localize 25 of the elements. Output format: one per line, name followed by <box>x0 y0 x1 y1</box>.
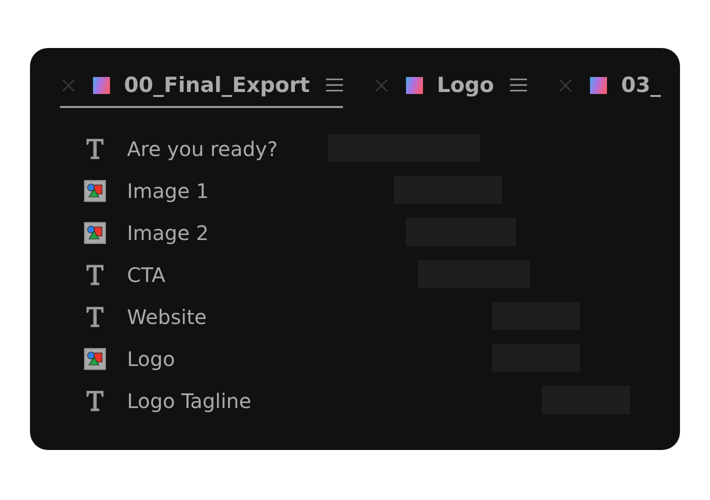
gradient-swatch-icon <box>406 76 423 94</box>
menu-icon[interactable] <box>326 78 343 92</box>
layer-name: Image 2 <box>127 220 209 244</box>
gradient-swatch-icon <box>590 76 608 94</box>
layer-name: Website <box>127 304 207 328</box>
close-icon[interactable] <box>374 78 388 92</box>
tab[interactable]: Logo <box>372 64 528 108</box>
text-icon <box>84 390 106 412</box>
menu-icon[interactable] <box>510 78 528 92</box>
layer-name: CTA <box>127 262 166 286</box>
tab[interactable]: 00_Final_Export <box>60 64 343 108</box>
layer-name: Image 1 <box>127 178 209 202</box>
tab[interactable]: 03_ <box>557 64 661 108</box>
close-icon[interactable] <box>62 78 75 92</box>
image-icon <box>84 222 106 244</box>
gradient-swatch-icon <box>93 76 110 94</box>
layer-name: Logo <box>127 346 175 370</box>
text-icon <box>84 306 106 328</box>
close-icon[interactable] <box>559 78 572 92</box>
image-icon <box>84 348 106 370</box>
layer-name: Are you ready? <box>127 136 278 160</box>
layer-name: Logo Tagline <box>127 388 252 412</box>
image-icon <box>84 180 106 202</box>
text-icon <box>84 264 106 286</box>
text-icon <box>84 138 106 160</box>
